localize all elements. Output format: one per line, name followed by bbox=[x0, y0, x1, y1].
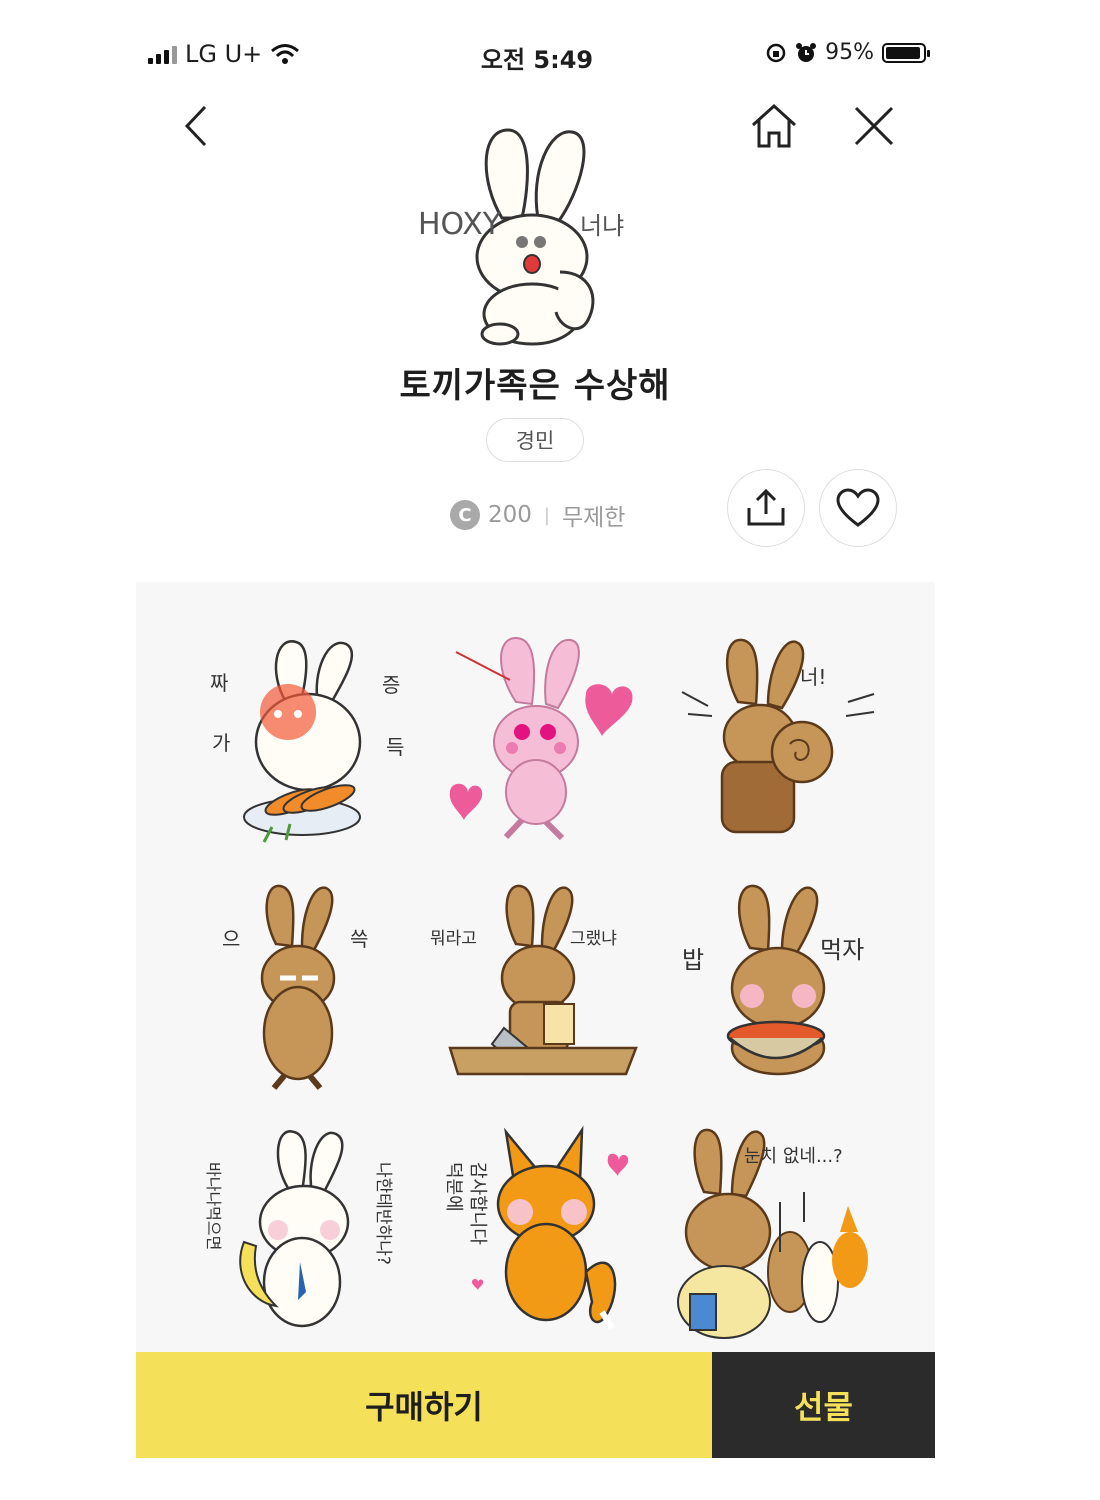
sticker-5-cap-a: 뭐라고 bbox=[430, 929, 477, 949]
sticker-1[interactable]: 짜 증 가 득 bbox=[202, 632, 404, 847]
hero-sticker: HOXY 너냐 bbox=[418, 128, 624, 346]
status-bar: LG U+ 오전 5:49 95% bbox=[148, 40, 930, 76]
battery-percent: 95% bbox=[825, 40, 874, 65]
sticker-7[interactable]: 바나나먹으면 나한테반하나? bbox=[202, 1122, 402, 1337]
sticker-3-cap: 너! bbox=[800, 665, 826, 689]
gift-button[interactable]: 선물 bbox=[712, 1352, 935, 1458]
price-row: C 200 | 무제한 bbox=[450, 498, 625, 532]
heart-icon bbox=[836, 488, 880, 527]
share-icon bbox=[747, 488, 785, 526]
battery-fill bbox=[886, 46, 920, 59]
sticker-7-cap-a: 바나나먹으면 bbox=[204, 1162, 223, 1250]
hero-text-left: HOXY bbox=[418, 207, 502, 242]
period-label: 무제한 bbox=[561, 505, 626, 531]
buy-button[interactable]: 구매하기 bbox=[136, 1352, 712, 1458]
sticker-7-cap-b: 나한테반하나? bbox=[373, 1162, 393, 1265]
close-button[interactable] bbox=[844, 96, 904, 156]
price-separator: | bbox=[543, 504, 550, 526]
status-right-group: 95% bbox=[765, 40, 930, 65]
sticker-1-cap-c: 가 bbox=[212, 731, 230, 755]
hero-text-right: 너냐 bbox=[580, 212, 624, 240]
sticker-9[interactable]: 눈치 없네...? bbox=[670, 1122, 870, 1339]
chevron-left-icon bbox=[184, 105, 207, 147]
sticker-6-cap-a: 밥 bbox=[682, 946, 704, 974]
sticker-9-cap: 눈치 없네...? bbox=[744, 1146, 843, 1167]
sticker-6-cap-b: 먹자 bbox=[820, 936, 864, 964]
sticker-8-cap-b: 감사합니다 bbox=[467, 1162, 488, 1245]
home-icon bbox=[751, 103, 797, 148]
sticker-5-cap-b: 그랬냐 bbox=[570, 929, 617, 949]
back-button[interactable] bbox=[166, 96, 226, 156]
sticker-4[interactable]: 으 쓱 bbox=[202, 878, 402, 1093]
close-icon bbox=[854, 106, 894, 146]
author-badge[interactable]: 경민 bbox=[486, 418, 584, 462]
sticker-5[interactable]: 뭐라고 그랬냐 bbox=[430, 878, 640, 1093]
sticker-8[interactable]: 덕분에 감사합니다 bbox=[436, 1122, 636, 1337]
sticker-2[interactable] bbox=[436, 632, 636, 847]
sticker-1-cap-b: 증 bbox=[382, 673, 400, 697]
sticker-8-cap-a: 덕분에 bbox=[443, 1162, 464, 1212]
sticker-1-cap-a: 짜 bbox=[210, 671, 228, 695]
sticker-6[interactable]: 밥 먹자 bbox=[680, 878, 880, 1093]
orientation-lock-icon bbox=[766, 43, 786, 62]
alarm-icon bbox=[796, 42, 817, 62]
product-title: 토끼가족은 수상해 bbox=[399, 366, 671, 406]
coin-icon: C bbox=[450, 500, 480, 530]
sticker-1-cap-d: 득 bbox=[386, 735, 404, 759]
price-value: 200 bbox=[488, 502, 532, 528]
sticker-4-cap-a: 으 bbox=[222, 927, 240, 951]
sticker-grid: 짜 증 가 득 너! 으 쓱 뭐라고 그랬냐 밥 먹자 바나나먹으면 나한테반하… bbox=[136, 582, 935, 1352]
sticker-3[interactable]: 너! bbox=[678, 632, 878, 847]
like-button[interactable] bbox=[819, 469, 897, 547]
share-button[interactable] bbox=[727, 469, 805, 547]
battery-icon bbox=[882, 42, 930, 63]
home-button[interactable] bbox=[744, 96, 804, 156]
sticker-4-cap-b: 쓱 bbox=[350, 927, 368, 951]
